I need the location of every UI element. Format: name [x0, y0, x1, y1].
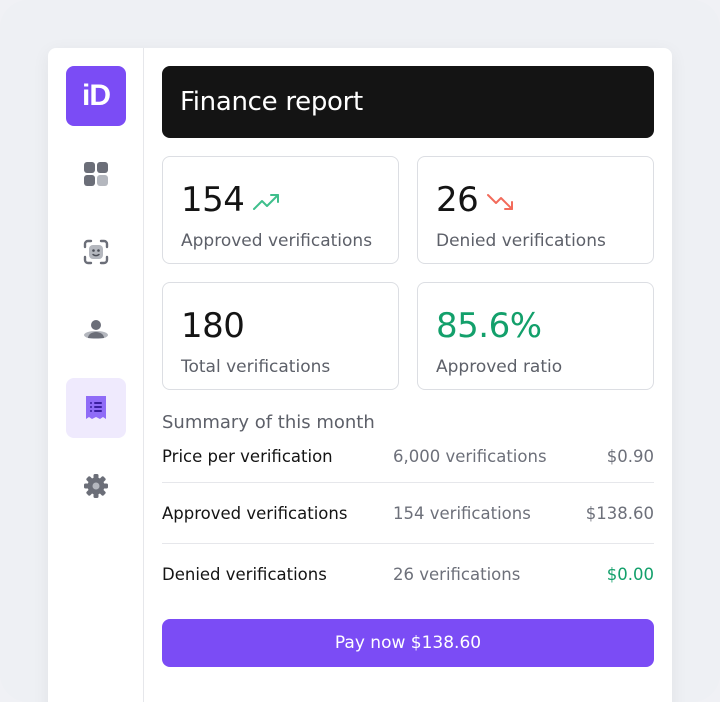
- sidebar-item-users[interactable]: [66, 300, 126, 360]
- sidebar-item-finance[interactable]: [66, 378, 126, 438]
- gear-icon: [84, 474, 108, 498]
- trend-down-icon: [487, 194, 514, 210]
- sidebar-item-dashboard[interactable]: [66, 144, 126, 204]
- logo[interactable]: iD: [66, 66, 126, 126]
- summary-row-amount: $138.60: [585, 503, 654, 523]
- sidebar-item-settings[interactable]: [66, 456, 126, 516]
- stat-ratio-value: 85.6%: [436, 306, 542, 346]
- summary-row-amount: $0.00: [606, 565, 654, 584]
- summary-title: Summary of this month: [162, 412, 375, 433]
- stats-grid: 154 Approved verifications 26 Denied ver…: [162, 156, 654, 390]
- stat-approved-label: Approved verifications: [181, 231, 373, 251]
- sidebar-item-face-scan[interactable]: [66, 222, 126, 282]
- stat-denied-value: 26: [436, 180, 479, 220]
- stat-denied-label: Denied verifications: [436, 231, 606, 251]
- pay-now-button[interactable]: Pay now $138.60: [162, 619, 654, 667]
- summary-row: Denied verifications 26 verifications $0…: [162, 544, 654, 605]
- stat-denied: 26 Denied verifications: [417, 156, 654, 264]
- sidebar: iD: [48, 48, 144, 702]
- face-scan-icon: [83, 239, 109, 265]
- stat-ratio-label: Approved ratio: [436, 357, 563, 377]
- summary-row-count: 6,000 verifications: [393, 447, 547, 466]
- summary-row-label: Approved verifications: [162, 503, 348, 523]
- summary-row-label: Price per verification: [162, 447, 333, 466]
- summary-row-label: Denied verifications: [162, 565, 327, 584]
- summary-row-count: 26 verifications: [393, 565, 521, 584]
- stat-approved-value: 154: [181, 180, 245, 220]
- stat-approved: 154 Approved verifications: [162, 156, 399, 264]
- receipt-icon: [86, 396, 106, 419]
- summary-row-count: 154 verifications: [393, 503, 531, 523]
- summary-row-amount: $0.90: [606, 447, 654, 466]
- summary-row: Approved verifications 154 verifications…: [162, 483, 654, 544]
- summary-row: Price per verification 6,000 verificatio…: [162, 443, 654, 483]
- stat-total: 180 Total verifications: [162, 282, 399, 390]
- app-card: iD Finance report 154 Approved verificat…: [48, 48, 672, 702]
- app-frame: iD Finance report 154 Approved verificat…: [0, 0, 720, 702]
- stat-ratio: 85.6% Approved ratio: [417, 282, 654, 390]
- page-title: Finance report: [162, 66, 654, 138]
- stat-total-value: 180: [181, 306, 245, 346]
- summary-table: Price per verification 6,000 verificatio…: [162, 443, 654, 605]
- users-icon: [84, 320, 108, 339]
- stat-total-label: Total verifications: [181, 357, 331, 377]
- dashboard-grid-icon: [84, 162, 108, 186]
- main-content: Finance report 154 Approved verification…: [162, 66, 654, 667]
- trend-up-icon: [253, 194, 280, 210]
